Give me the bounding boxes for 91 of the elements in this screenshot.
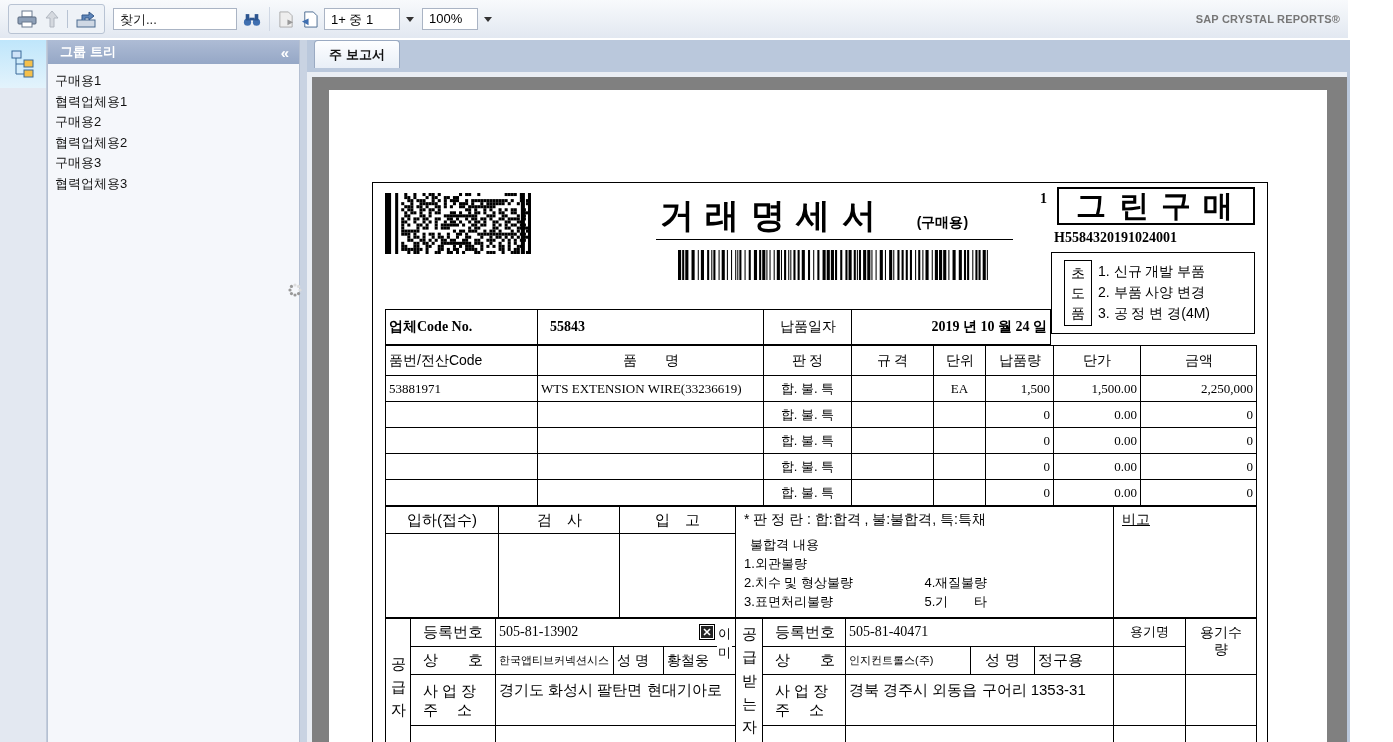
column-header: 품 명 bbox=[537, 345, 764, 376]
table-cell: 합. 불. 특 bbox=[780, 406, 835, 422]
print-icon[interactable] bbox=[17, 10, 37, 28]
field-label: 성 명 bbox=[971, 647, 1035, 674]
export-icon[interactable] bbox=[76, 10, 96, 28]
tree-item[interactable]: 구매용1 bbox=[55, 71, 299, 92]
list-item: 3. 공 정 변 경(4M) bbox=[1098, 305, 1210, 323]
recipient-label: 공급받는자 bbox=[741, 624, 757, 737]
table-cell: 0.00 bbox=[1114, 432, 1137, 448]
column-header: 판 정 bbox=[763, 345, 852, 376]
table-cell: 2019 년 10 월 24 일 bbox=[851, 309, 1051, 345]
first-article-label: 초도품 bbox=[1064, 259, 1092, 327]
column-header: 용기수량 bbox=[1199, 624, 1243, 658]
company-box: 그 린 구 매 bbox=[1057, 187, 1255, 225]
table-cell: 0.00 bbox=[1114, 484, 1137, 500]
table-cell: EA bbox=[950, 380, 969, 396]
caret-icon[interactable] bbox=[406, 16, 414, 22]
column-header: 용기명 bbox=[1130, 623, 1169, 641]
field-label: 성 명 bbox=[614, 647, 664, 674]
search-icon[interactable] bbox=[243, 11, 261, 27]
table-cell: 0.00 bbox=[1114, 406, 1137, 422]
column-header: 입 고 bbox=[619, 506, 736, 534]
table-cell: 0 bbox=[1043, 484, 1050, 500]
document-title: 거 래 명 세 서 bbox=[660, 195, 877, 236]
tree-item[interactable]: 협력업체용2 bbox=[55, 132, 299, 153]
table-cell: 505-81-40471 bbox=[846, 617, 1114, 647]
table-cell: 0 bbox=[1246, 484, 1253, 500]
page-icon[interactable] bbox=[301, 10, 318, 28]
page-number-field[interactable]: 1+ 중 1 bbox=[324, 8, 400, 30]
table-cell: 합. 불. 특 bbox=[780, 484, 835, 500]
brand-logo: SAP CRYSTAL REPORTS® bbox=[1195, 13, 1340, 25]
list-item: 2. 부품 사양 변경 bbox=[1098, 284, 1207, 302]
broken-image-icon bbox=[699, 624, 715, 640]
table-cell: 0 bbox=[1043, 458, 1050, 474]
document-subtitle: (구매용) bbox=[916, 214, 969, 232]
column-header: 입하(접수) bbox=[385, 506, 499, 534]
column-header: 검 사 bbox=[498, 506, 620, 534]
defect-item: 2.치수 및 형상불량 bbox=[744, 574, 855, 592]
page-icon[interactable] bbox=[278, 10, 295, 28]
column-header: 단가 bbox=[1053, 345, 1141, 376]
table-cell: 합. 불. 특 bbox=[780, 458, 835, 474]
table-cell: 1,500.00 bbox=[1091, 380, 1137, 396]
list-item: 1. 신규 개발 부품 bbox=[1098, 263, 1207, 281]
table-cell: 납품일자 bbox=[763, 309, 852, 345]
defect-item: 3.표면처리불량 bbox=[744, 593, 834, 611]
column-header: 납품량 bbox=[985, 345, 1054, 376]
page-number: 1 bbox=[1040, 191, 1047, 207]
column-header: 금액 bbox=[1140, 345, 1257, 376]
defect-item: 4.재질불량 bbox=[924, 574, 989, 592]
tree-item[interactable]: 구매용2 bbox=[55, 112, 299, 133]
table-cell: 업체Code No. bbox=[385, 309, 538, 345]
defect-heading: 불합격 내용 bbox=[750, 536, 820, 554]
defect-item: 1.외관불량 bbox=[744, 555, 808, 573]
column-header: 품번/전산Code bbox=[385, 345, 538, 376]
defect-item: 5.기 타 bbox=[924, 593, 989, 611]
table-cell: 0 bbox=[1246, 458, 1253, 474]
field-label: 등록번호 bbox=[763, 617, 846, 647]
column-header: 단위 bbox=[933, 345, 986, 376]
field-label: 등록번호 bbox=[411, 617, 496, 647]
table-cell: 합. 불. 특 bbox=[780, 432, 835, 448]
table-cell: 1,500 bbox=[1020, 380, 1050, 396]
zoom-field[interactable]: 100% bbox=[422, 8, 478, 30]
table-cell: 0 bbox=[1043, 432, 1050, 448]
tree-item[interactable]: 협력업체용1 bbox=[55, 91, 299, 112]
tree-item[interactable]: 구매용3 bbox=[55, 153, 299, 174]
table-cell: 0 bbox=[1043, 406, 1050, 422]
remarks-label: 비고 bbox=[1122, 511, 1150, 527]
column-header: 규 격 bbox=[851, 345, 934, 376]
table-cell: 0.00 bbox=[1114, 458, 1137, 474]
group-tree-button[interactable] bbox=[0, 40, 46, 88]
table-cell: 0 bbox=[1246, 406, 1253, 422]
table-cell: 한국앱티브커넥션시스 bbox=[496, 647, 614, 674]
table-cell: 55843 bbox=[537, 309, 764, 345]
table-cell: 0 bbox=[1246, 432, 1253, 448]
loading-icon bbox=[288, 283, 302, 297]
supplier-label: 공급자 bbox=[390, 653, 406, 721]
tree-item[interactable]: 협력업체용3 bbox=[55, 173, 299, 194]
table-cell-text: 황철웅 bbox=[666, 650, 710, 670]
table-cell-text: 정구용 bbox=[1037, 650, 1084, 670]
tree-icon bbox=[11, 50, 35, 78]
legend-text: * 판 정 란 : 합:합격 , 불:불합격, 특:특채 bbox=[744, 511, 987, 529]
table-cell: 53881971 bbox=[389, 380, 441, 396]
search-field[interactable]: 찾기... bbox=[113, 8, 237, 30]
caret-icon[interactable] bbox=[484, 16, 492, 22]
table-cell: 인지컨트롤스(주) bbox=[846, 647, 971, 674]
document-number: H5584320191024001 bbox=[1054, 230, 1177, 246]
report-tab[interactable]: 주 보고서 bbox=[314, 40, 400, 68]
table-cell: 2,250,000 bbox=[1201, 380, 1253, 396]
panel-title: 그룹 트리 bbox=[60, 43, 116, 61]
table-cell: WTS EXTENSION WIRE(33236619) bbox=[541, 380, 742, 396]
table-cell: 합. 불. 특 bbox=[780, 380, 835, 396]
